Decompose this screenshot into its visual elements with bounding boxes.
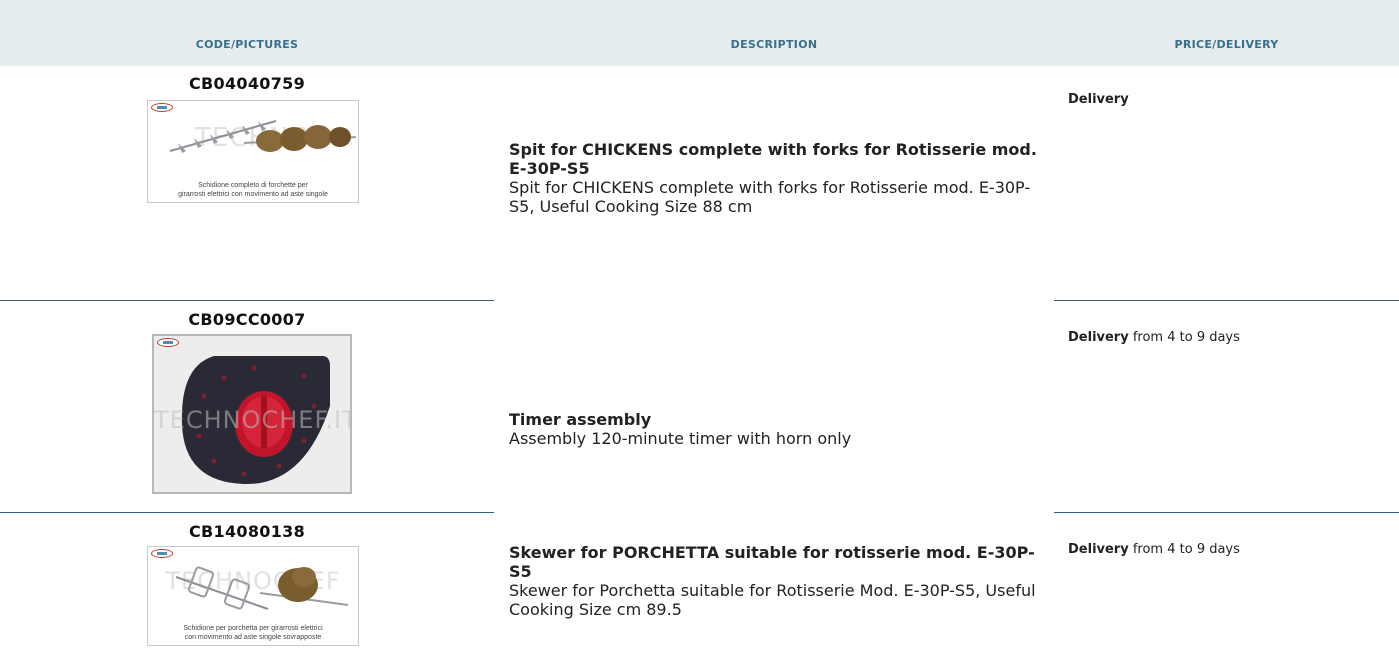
product-code[interactable]: CB09CC0007 [0, 310, 494, 329]
image-caption-line-2: con movimento ad aste singole sovrappost… [184, 634, 322, 641]
delivery-label: Delivery [1068, 542, 1129, 557]
product-title[interactable]: Spit for CHICKENS complete with forks fo… [509, 140, 1039, 178]
delivery-info: Delivery from 4 to 9 days [1068, 330, 1388, 345]
image-caption-line-2: girarrosti elettrici con movimento ad as… [178, 191, 328, 198]
spit-with-chickens-icon [169, 120, 357, 153]
product-image[interactable]: TECHNO Schidione completo di forchette p… [147, 100, 359, 203]
product-code[interactable]: CB04040759 [0, 74, 494, 93]
table-header: CODE/PICTURES DESCRIPTION PRICE/DELIVERY [0, 22, 1399, 66]
delivery-info: Delivery [1068, 92, 1388, 107]
top-band [0, 0, 1399, 22]
image-caption: Schidione completo di forchette per gira… [148, 181, 358, 199]
delivery-time: from 4 to 9 days [1132, 330, 1240, 345]
porchetta-skewer-icon [175, 566, 349, 610]
product-description: Skewer for PORCHETTA suitable for rotiss… [509, 543, 1039, 619]
table-row: CB14080138 TECHNOCHEF Schidione per porc… [0, 512, 1399, 650]
product-title[interactable]: Skewer for PORCHETTA suitable for rotiss… [509, 543, 1039, 581]
image-caption-line-1: Schidione per porchetta per girarrosti e… [183, 625, 323, 632]
product-image[interactable]: TECHNOCHEF.IT [152, 334, 352, 494]
image-caption-line-1: Schidione completo di forchette per [198, 182, 308, 189]
table-row: CB04040759 TECHNO Schidione completo di … [0, 66, 1399, 300]
delivery-label: Delivery [1068, 92, 1129, 107]
table-row: CB09CC0007 TECHNOCHEF.IT Timer assembly … [0, 300, 1399, 512]
row-divider [0, 512, 494, 513]
image-watermark: TECHNOCHEF.IT [154, 406, 352, 434]
row-divider [1054, 512, 1399, 513]
product-description-text: Spit for CHICKENS complete with forks fo… [509, 178, 1031, 216]
product-image[interactable]: TECHNOCHEF Schidione per porchetta per g… [147, 546, 359, 646]
column-header-description: DESCRIPTION [730, 38, 818, 51]
product-description: Timer assembly Assembly 120-minute timer… [509, 410, 1039, 448]
delivery-info: Delivery from 4 to 9 days [1068, 542, 1388, 557]
product-description-text: Skewer for Porchetta suitable for Rotiss… [509, 581, 1036, 619]
row-divider [0, 300, 494, 301]
delivery-time: from 4 to 9 days [1132, 542, 1240, 557]
product-description-text: Assembly 120-minute timer with horn only [509, 429, 852, 448]
row-divider [1054, 300, 1399, 301]
column-header-code: CODE/PICTURES [195, 38, 299, 51]
product-code[interactable]: CB14080138 [0, 522, 494, 541]
delivery-label: Delivery [1068, 330, 1129, 345]
product-description: Spit for CHICKENS complete with forks fo… [509, 140, 1039, 216]
image-caption: Schidione per porchetta per girarrosti e… [148, 624, 358, 642]
column-header-price-delivery: PRICE/DELIVERY [1174, 38, 1279, 51]
product-title[interactable]: Timer assembly [509, 410, 1039, 429]
